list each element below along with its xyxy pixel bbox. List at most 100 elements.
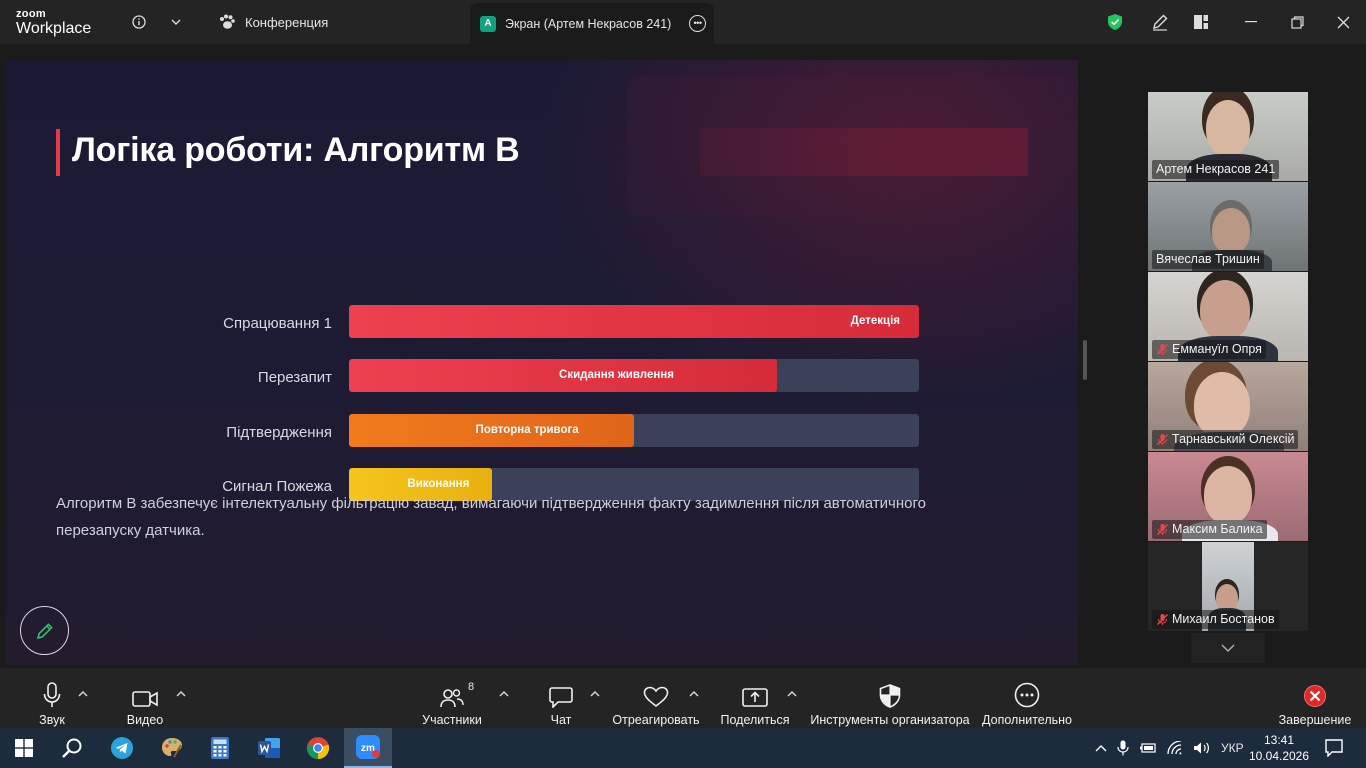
audio-button[interactable]: Звук: [30, 668, 74, 728]
shared-screen: Логіка роботи: Алгоритм B Спрацювання 1 …: [6, 60, 1078, 665]
participant-tile-active-speaker[interactable]: Вячеслав Тришин: [1148, 182, 1308, 271]
bar-text: Повторна тривога: [475, 424, 579, 436]
participants-label: Участники: [422, 713, 482, 727]
host-shield-icon: [879, 684, 901, 708]
chat-label: Чат: [550, 713, 572, 727]
slide-description: Алгоритм B забезпечує інтелектуальну філ…: [56, 495, 926, 539]
participant-tile[interactable]: Михаил Бостанов: [1148, 542, 1308, 631]
taskbar-zoom[interactable]: zm: [344, 728, 392, 768]
audio-label: Звук: [39, 713, 65, 727]
progress-fill: [349, 305, 919, 338]
participant-tile[interactable]: Тарнавський Олексій: [1148, 362, 1308, 451]
meeting-area: Логіка роботи: Алгоритм B Спрацювання 1 …: [0, 44, 1366, 668]
video-options-caret[interactable]: [176, 684, 186, 702]
share-options-caret[interactable]: [787, 684, 797, 702]
minimize-icon[interactable]: [1241, 0, 1261, 44]
search-button[interactable]: [48, 728, 96, 768]
participants-button[interactable]: Участники: [418, 668, 486, 728]
mic-muted-icon: [1157, 434, 1168, 445]
search-icon: [62, 738, 82, 758]
mic-muted-icon: [1157, 614, 1168, 625]
mic-muted-icon: [1157, 344, 1168, 355]
keyboard-language[interactable]: УКР: [1221, 741, 1244, 755]
system-tray: УКР: [1095, 728, 1244, 768]
annotate-button[interactable]: [20, 606, 69, 655]
tab-screen-share[interactable]: А Экран (Артем Некрасов 241) •••: [470, 3, 714, 44]
zoom-app-icon: zm: [356, 735, 380, 759]
restore-icon[interactable]: [1287, 0, 1307, 44]
notifications-button[interactable]: [1312, 728, 1356, 768]
bar-text: Скидання живлення: [559, 369, 674, 381]
tab-conference[interactable]: Конференция: [218, 0, 328, 44]
participant-tile[interactable]: Еммануїл Опря: [1148, 272, 1308, 361]
taskbar-word[interactable]: [245, 728, 293, 768]
chrome-icon: [306, 737, 330, 760]
meeting-toolbar: Звук Видео Участники 8 Чат Отреагировать…: [0, 668, 1366, 728]
more-options-icon[interactable]: •••: [689, 15, 706, 32]
wifi-icon[interactable]: [1167, 741, 1183, 755]
react-label: Отреагировать: [612, 713, 700, 727]
share-screen-button[interactable]: Поделиться: [718, 668, 792, 728]
participant-name: Еммануїл Опря: [1152, 340, 1266, 359]
shield-check-icon[interactable]: [1106, 0, 1124, 44]
chat-bubble-icon: [549, 687, 573, 708]
notification-icon: [1325, 739, 1343, 757]
taskbar-calculator[interactable]: [196, 728, 244, 768]
microphone-tray-icon[interactable]: [1117, 740, 1129, 756]
taskbar-clock[interactable]: 13:41 10.04.2026: [1247, 732, 1311, 764]
close-icon[interactable]: [1333, 0, 1353, 44]
windows-taskbar: zm УКР 13:41 10.04.2026: [0, 728, 1366, 768]
tray-chevron-up-icon[interactable]: [1095, 744, 1107, 752]
video-button[interactable]: Видео: [120, 668, 170, 728]
windows-logo-icon: [15, 739, 33, 757]
chevron-down-icon[interactable]: [168, 0, 184, 44]
chat-options-caret[interactable]: [590, 684, 600, 702]
annotate-pen-icon[interactable]: [1150, 0, 1170, 44]
avatar: А: [480, 15, 496, 32]
zoom-window: zoom Workplace Конференция А Экран (Арте…: [0, 0, 1366, 768]
more-label: Дополнительно: [982, 713, 1072, 727]
row-label: Спрацювання 1: [223, 315, 332, 332]
audio-options-caret[interactable]: [78, 684, 88, 702]
end-meeting-button[interactable]: Завершение: [1276, 668, 1354, 728]
video-label: Видео: [126, 713, 164, 727]
start-button[interactable]: [0, 728, 48, 768]
chat-button[interactable]: Чат: [541, 668, 581, 728]
participant-name: Артем Некрасов 241: [1152, 160, 1280, 179]
taskbar-chrome[interactable]: [294, 728, 342, 768]
clock-time: 13:41: [1263, 733, 1295, 747]
mic-muted-icon: [1157, 524, 1168, 535]
react-button[interactable]: Отреагировать: [612, 668, 700, 728]
participant-tile[interactable]: Артем Некрасов 241: [1148, 92, 1308, 181]
taskbar-telegram[interactable]: [98, 728, 146, 768]
panel-resize-handle[interactable]: [1083, 340, 1087, 380]
progress-track: Скидання живлення: [349, 359, 919, 392]
host-tools-button[interactable]: Инструменты организатора: [810, 668, 970, 728]
speaker-icon[interactable]: [1193, 741, 1211, 755]
calculator-icon: [211, 737, 229, 759]
more-button[interactable]: Дополнительно: [980, 668, 1074, 728]
react-options-caret[interactable]: [689, 684, 699, 702]
info-icon[interactable]: [130, 0, 148, 44]
gallery-scroll-down-button[interactable]: [1191, 633, 1265, 663]
participants-count: 8: [468, 681, 475, 693]
share-label: Поделиться: [720, 713, 790, 727]
row-label: Підтвердження: [226, 424, 332, 441]
end-meeting-icon: [1304, 685, 1326, 707]
taskbar-paint[interactable]: [148, 728, 196, 768]
row-label: Перезапит: [257, 369, 332, 386]
participants-options-caret[interactable]: [499, 684, 509, 702]
participant-name: Тарнавський Олексій: [1152, 430, 1299, 449]
participant-tile[interactable]: Максим Балика: [1148, 452, 1308, 541]
participant-name: Максим Балика: [1152, 520, 1267, 539]
battery-icon[interactable]: [1139, 742, 1157, 754]
video-person: [1194, 372, 1250, 438]
title-bar: zoom Workplace Конференция А Экран (Арте…: [0, 0, 1366, 44]
word-icon: [258, 738, 280, 758]
video-camera-icon: [132, 691, 158, 707]
layout-icon[interactable]: [1191, 0, 1211, 44]
telegram-icon: [111, 737, 133, 759]
video-person: [1212, 208, 1250, 254]
clock-date: 10.04.2026: [1248, 749, 1310, 763]
logo-top: zoom: [16, 8, 46, 20]
